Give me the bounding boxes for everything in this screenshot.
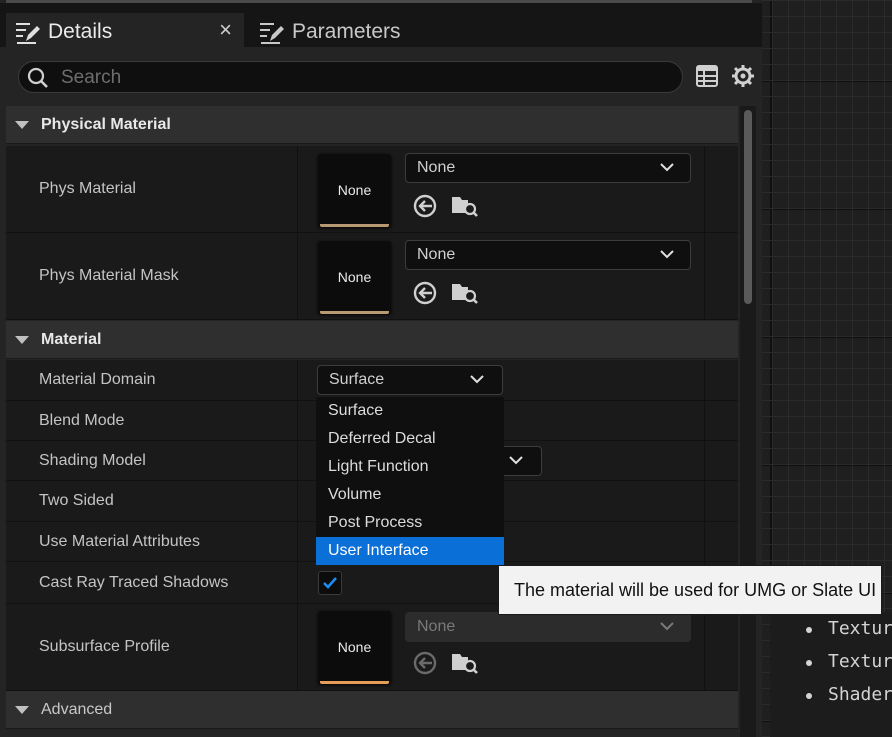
- details-panel: Details × Parameters Search Physical Mat…: [0, 0, 762, 737]
- collapse-arrow-icon[interactable]: [15, 120, 29, 129]
- search-box[interactable]: [18, 61, 683, 93]
- tab-details[interactable]: Details ×: [6, 13, 244, 50]
- table-view-icon[interactable]: [696, 65, 718, 87]
- use-selected-arrow-icon[interactable]: [412, 280, 438, 306]
- row-phys-material-mask: Phys Material Mask None None: [6, 233, 738, 320]
- property-label: Two Sided: [39, 492, 114, 509]
- dropdown-option-deferred-decal[interactable]: Deferred Decal: [316, 425, 504, 453]
- tooltip: The material will be used for UMG or Sla…: [498, 565, 882, 615]
- row-material-domain: Material Domain Surface: [6, 360, 738, 401]
- tab-bar: Details × Parameters: [0, 3, 762, 50]
- category-physical-material[interactable]: Physical Material: [6, 106, 738, 144]
- chevron-down-icon: [660, 163, 674, 172]
- doc-list-item: Textur: [798, 612, 892, 645]
- scrollbar[interactable]: [740, 106, 756, 737]
- dropdown-option-light-function[interactable]: Light Function: [316, 453, 504, 481]
- property-label: Use Material Attributes: [39, 532, 200, 550]
- category-label: Physical Material: [41, 115, 171, 133]
- property-label: Subsurface Profile: [39, 638, 170, 655]
- collapse-arrow-icon[interactable]: [15, 335, 29, 344]
- combo-value: None: [417, 246, 456, 263]
- thumbnail-label: None: [337, 639, 372, 655]
- property-label: Phys Material Mask: [39, 267, 179, 284]
- category-label: Material: [41, 330, 102, 348]
- category-material[interactable]: Material: [6, 321, 738, 359]
- dropdown-option-post-process[interactable]: Post Process: [316, 509, 504, 537]
- category-label: Advanced: [41, 700, 113, 718]
- property-label: Cast Ray Traced Shadows: [39, 573, 229, 591]
- collapse-arrow-icon[interactable]: [15, 705, 29, 714]
- row-phys-material: Phys Material None None: [6, 146, 738, 233]
- combo-value: None: [417, 618, 456, 635]
- asset-thumbnail[interactable]: None: [318, 154, 391, 227]
- property-label: Phys Material: [39, 180, 136, 197]
- tab-details-label: Details: [48, 19, 113, 43]
- combo-value: None: [417, 159, 456, 176]
- tab-parameters[interactable]: Parameters: [250, 13, 480, 50]
- cast-shadows-checkbox[interactable]: [318, 571, 342, 595]
- combo-value: Surface: [329, 371, 385, 388]
- details-pencil-icon: [16, 22, 40, 44]
- chevron-down-icon: [470, 375, 484, 384]
- asset-thumbnail[interactable]: None: [318, 241, 391, 314]
- search-icon: [27, 67, 48, 88]
- use-selected-arrow-icon[interactable]: [412, 650, 438, 676]
- chevron-down-icon: [509, 456, 523, 465]
- details-toolbar: [6, 52, 762, 104]
- material-domain-dropdown: Surface Deferred Decal Light Function Vo…: [316, 397, 504, 565]
- dropdown-option-user-interface[interactable]: User Interface: [316, 537, 504, 565]
- scrollbar-thumb[interactable]: [744, 110, 752, 304]
- parameters-pencil-icon: [260, 22, 284, 44]
- dropdown-option-volume[interactable]: Volume: [316, 481, 504, 509]
- tab-parameters-label: Parameters: [292, 19, 401, 43]
- browse-folder-icon[interactable]: [451, 650, 479, 676]
- asset-thumbnail[interactable]: None: [318, 611, 391, 684]
- asset-picker-combo[interactable]: None: [405, 612, 691, 642]
- browse-folder-icon[interactable]: [451, 280, 479, 306]
- dropdown-option-surface[interactable]: Surface: [316, 397, 504, 425]
- search-input[interactable]: [59, 65, 663, 91]
- browse-folder-icon[interactable]: [451, 193, 479, 219]
- gear-icon[interactable]: [731, 64, 755, 88]
- row-subsurface-profile: Subsurface Profile None None: [6, 604, 738, 691]
- thumbnail-label: None: [337, 269, 372, 285]
- doc-list-item: Textur: [798, 645, 892, 678]
- use-selected-arrow-icon[interactable]: [412, 193, 438, 219]
- property-label: Material Domain: [39, 371, 156, 388]
- property-label: Shading Model: [39, 451, 146, 469]
- chevron-down-icon: [660, 250, 674, 259]
- property-label: Blend Mode: [39, 411, 125, 429]
- thumbnail-label: None: [337, 182, 372, 198]
- checkmark-icon: [323, 577, 337, 589]
- documentation-panel: Textur Textur Shader: [770, 612, 892, 737]
- material-domain-combo[interactable]: Surface: [317, 365, 503, 395]
- chevron-down-icon: [660, 622, 674, 631]
- asset-picker-combo[interactable]: None: [405, 153, 691, 183]
- doc-list-item: Shader: [798, 678, 892, 711]
- asset-picker-combo[interactable]: None: [405, 240, 691, 270]
- close-icon[interactable]: ×: [219, 17, 232, 43]
- category-advanced[interactable]: Advanced: [6, 691, 738, 729]
